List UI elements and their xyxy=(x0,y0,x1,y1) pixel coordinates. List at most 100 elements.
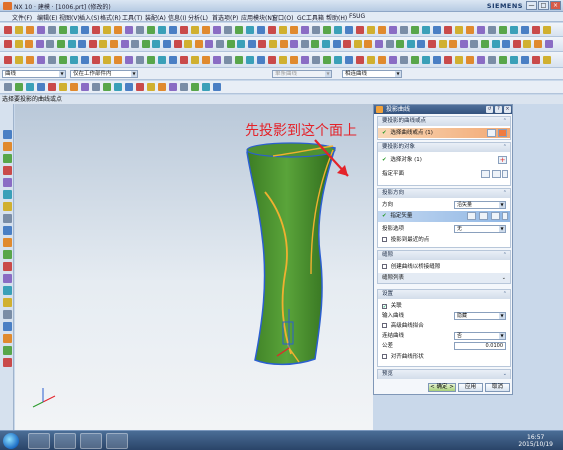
toolbar-tool-icon[interactable] xyxy=(356,56,364,64)
menu-analysis[interactable]: 分析(L) xyxy=(188,13,208,22)
toolbar-tool-icon[interactable] xyxy=(125,83,133,91)
tolerance-input[interactable]: 0.0100 xyxy=(454,342,506,350)
toolbar-tool-icon[interactable] xyxy=(433,56,441,64)
toolbar-tool-icon[interactable] xyxy=(290,40,299,48)
toolbar-tool-icon[interactable] xyxy=(191,26,199,34)
close-button[interactable]: × xyxy=(550,1,561,10)
toolbar-tool-icon[interactable] xyxy=(237,40,246,48)
toolbar-tool-icon[interactable] xyxy=(499,56,507,64)
crosshair-icon[interactable]: + xyxy=(498,156,507,164)
toolbar-tool-icon[interactable] xyxy=(279,40,288,48)
toolbar-tool-icon[interactable] xyxy=(70,56,78,64)
toolbar-tool-icon[interactable] xyxy=(543,56,551,64)
toolbar-tool-icon[interactable] xyxy=(158,56,166,64)
toolbar-tool-icon[interactable] xyxy=(323,26,331,34)
vector-dialog-icon[interactable] xyxy=(479,212,488,220)
graphics-viewport[interactable]: 先投影到这个面上 xyxy=(15,104,373,430)
toolbar-tool-icon[interactable] xyxy=(499,26,507,34)
resource-tab-icon[interactable] xyxy=(3,202,12,211)
toolbar-tool-icon[interactable] xyxy=(246,26,254,34)
toolbar-tool-icon[interactable] xyxy=(455,26,463,34)
nearest-point-checkbox[interactable] xyxy=(382,237,387,242)
toolbar-tool-icon[interactable] xyxy=(92,56,100,64)
toolbar-tool-icon[interactable] xyxy=(110,40,118,48)
toolbar-tool-icon[interactable] xyxy=(322,40,330,48)
toolbar-tool-icon[interactable] xyxy=(205,40,214,48)
toolbar-tool-icon[interactable] xyxy=(114,83,122,91)
toolbar-tool-icon[interactable] xyxy=(491,40,500,48)
toolbar-tool-icon[interactable] xyxy=(224,56,232,64)
resource-tab-icon[interactable] xyxy=(3,358,12,367)
toolbar-tool-icon[interactable] xyxy=(364,40,373,48)
toolbar-tool-icon[interactable] xyxy=(279,56,287,64)
toolbar-tool-icon[interactable] xyxy=(400,26,408,34)
toolbar-tool-icon[interactable] xyxy=(103,56,111,64)
toolbar-tool-icon[interactable] xyxy=(99,40,108,48)
plane-options-icon[interactable] xyxy=(492,170,501,178)
toolbar-tool-icon[interactable] xyxy=(235,56,243,64)
toolbar-tool-icon[interactable] xyxy=(422,56,430,64)
cancel-button[interactable]: 取消 xyxy=(485,383,510,392)
toolbar-tool-icon[interactable] xyxy=(136,56,144,64)
toolbar-tool-icon[interactable] xyxy=(141,40,150,48)
toolbar-tool-icon[interactable] xyxy=(48,83,56,91)
resource-tab-icon[interactable] xyxy=(3,178,12,187)
toolbar-tool-icon[interactable] xyxy=(120,40,129,48)
toolbar-tool-icon[interactable] xyxy=(48,56,56,64)
toolbar-tool-icon[interactable] xyxy=(257,56,265,64)
toolbar-tool-icon[interactable] xyxy=(213,26,221,34)
toolbar-tool-icon[interactable] xyxy=(444,26,452,34)
toolbar-tool-icon[interactable] xyxy=(417,40,426,48)
resource-tab-icon[interactable] xyxy=(3,238,12,247)
toolbar-tool-icon[interactable] xyxy=(477,26,485,34)
toolbar-tool-icon[interactable] xyxy=(466,56,474,64)
toolbar-tool-icon[interactable] xyxy=(169,83,177,91)
toolbar-tool-icon[interactable] xyxy=(114,26,122,34)
chevron-down-icon[interactable] xyxy=(502,170,508,178)
toolbar-tool-icon[interactable] xyxy=(158,26,166,34)
toolbar-tool-icon[interactable] xyxy=(92,26,100,34)
toolbar-tool-icon[interactable] xyxy=(268,26,276,34)
toolbar-tool-icon[interactable] xyxy=(136,83,144,91)
resource-tab-icon[interactable] xyxy=(3,298,12,307)
toolbar-tool-icon[interactable] xyxy=(534,40,542,48)
taskbar-app-3[interactable] xyxy=(80,433,102,449)
toolbar-tool-icon[interactable] xyxy=(481,40,489,48)
group-objects-header[interactable]: 要投影的对象 ⌃ xyxy=(378,143,510,152)
resource-tab-icon[interactable] xyxy=(3,346,12,355)
toolbar-tool-icon[interactable] xyxy=(15,56,23,64)
toolbar-tool-icon[interactable] xyxy=(378,56,386,64)
toolbar-tool-icon[interactable] xyxy=(147,56,155,64)
toolbar-tool-icon[interactable] xyxy=(59,56,67,64)
plane-dialog-icon[interactable] xyxy=(481,170,490,178)
menu-gc-toolbox[interactable]: GC工具箱 xyxy=(297,13,324,22)
toolbar-tool-icon[interactable] xyxy=(4,83,12,91)
resource-tab-icon[interactable] xyxy=(3,166,12,175)
toolbar-tool-icon[interactable] xyxy=(301,26,309,34)
toolbar-tool-icon[interactable] xyxy=(411,56,419,64)
toolbar-tool-icon[interactable] xyxy=(247,40,256,48)
toolbar-tool-icon[interactable] xyxy=(389,56,397,64)
toolbar-tool-icon[interactable] xyxy=(438,40,447,48)
toolbar-tool-icon[interactable] xyxy=(180,26,188,34)
toolbar-tool-icon[interactable] xyxy=(312,26,320,34)
toolbar-tool-icon[interactable] xyxy=(169,26,177,34)
toolbar-tool-icon[interactable] xyxy=(459,40,468,48)
resource-tab-icon[interactable] xyxy=(3,154,12,163)
group-gap-header[interactable]: 缝隙 ⌃ xyxy=(378,251,510,260)
menu-window[interactable]: 窗口(O) xyxy=(272,13,293,22)
toolbar-tool-icon[interactable] xyxy=(378,26,386,34)
select-curve-row[interactable]: ✔ 选择曲线或点 (1) xyxy=(378,128,510,138)
toolbar-tool-icon[interactable] xyxy=(521,26,529,34)
toolbar-tool-icon[interactable] xyxy=(345,56,353,64)
taskbar-app-4[interactable] xyxy=(106,433,128,449)
toolbar-tool-icon[interactable] xyxy=(334,56,342,64)
toolbar-tool-icon[interactable] xyxy=(191,83,199,91)
toolbar-tool-icon[interactable] xyxy=(81,56,89,64)
toolbar-tool-icon[interactable] xyxy=(184,40,193,48)
resource-tab-icon[interactable] xyxy=(3,226,12,235)
toolbar-tool-icon[interactable] xyxy=(433,26,441,34)
toolbar-tool-icon[interactable] xyxy=(268,56,276,64)
dialog-close-icon[interactable]: × xyxy=(504,106,511,113)
toolbar-tool-icon[interactable] xyxy=(158,83,166,91)
